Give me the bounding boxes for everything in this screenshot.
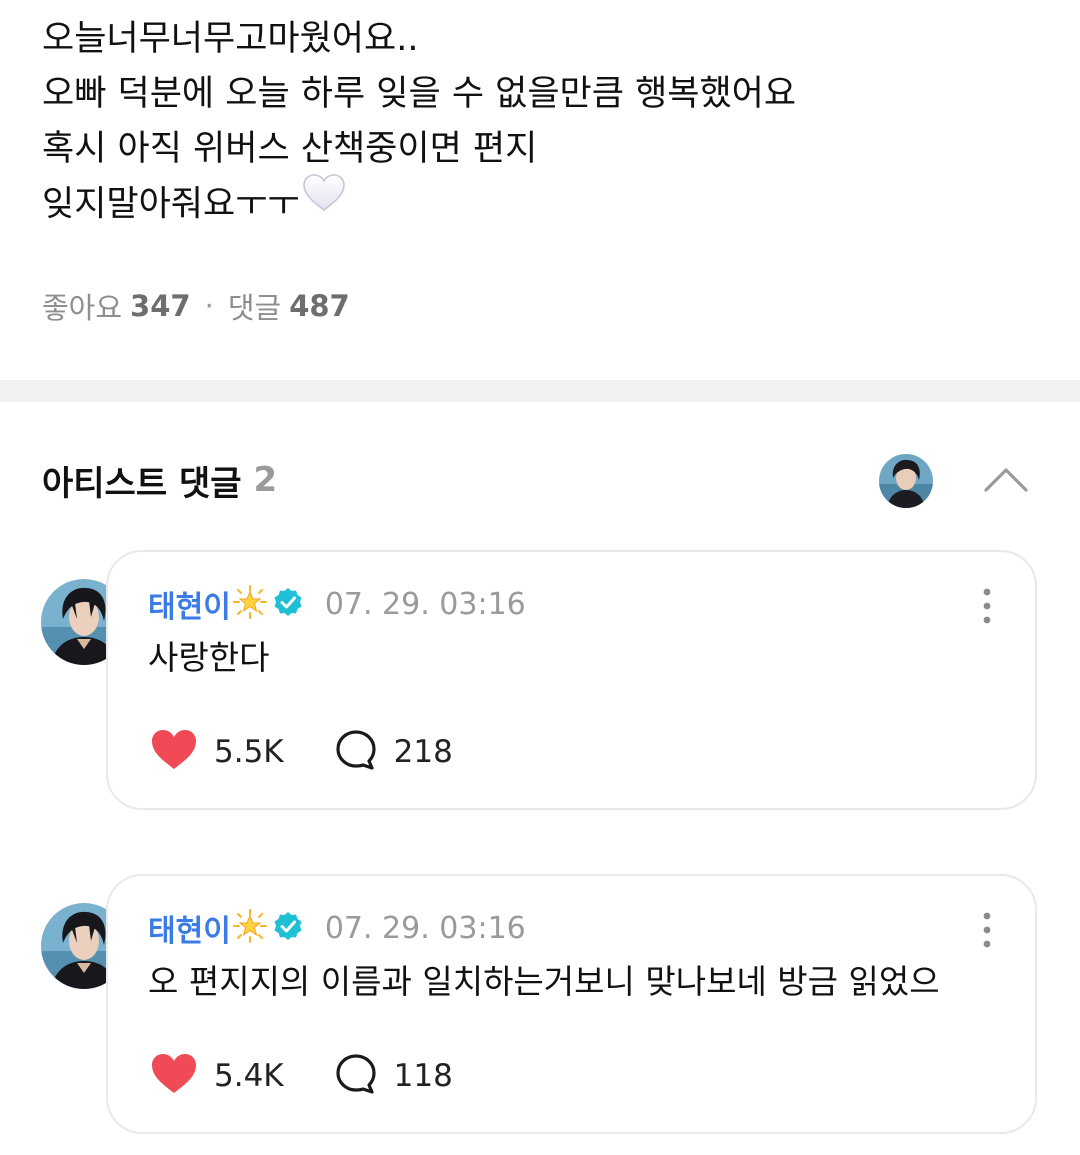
likes-label: 좋아요 xyxy=(42,291,123,325)
comment-author-name[interactable]: 태현이 xyxy=(148,582,231,626)
artist-comment-card: 태현이 07. 29. 03:16 xyxy=(106,874,1037,1134)
artist-comments-title: 아티스트 댓글 xyxy=(42,463,242,504)
post-line: 오늘너무너무고마웠어요.. xyxy=(42,19,419,59)
comment-actions: 5.4K 118 xyxy=(150,1050,453,1102)
comment-header: 태현이 07. 29. 03:16 xyxy=(148,906,526,950)
comments-count[interactable]: 487 xyxy=(289,289,350,323)
reply-button[interactable]: 118 xyxy=(334,1052,453,1100)
post-line: 오빠 덕분에 오늘 하루 잊을 수 없을만큼 행복했어요 xyxy=(42,74,797,114)
glowing-star-icon xyxy=(232,585,267,623)
reply-button[interactable]: 218 xyxy=(334,728,453,776)
more-options-icon[interactable] xyxy=(977,586,997,626)
like-count: 5.5K xyxy=(214,734,284,770)
reply-count: 218 xyxy=(393,734,453,770)
verified-badge-icon xyxy=(273,587,303,621)
heart-icon xyxy=(150,728,198,776)
heart-icon xyxy=(150,1052,198,1100)
reply-count: 118 xyxy=(393,1058,453,1094)
glowing-star-icon xyxy=(232,909,267,947)
like-button[interactable]: 5.4K xyxy=(150,1052,284,1100)
artist-comments-count: 2 xyxy=(253,460,278,500)
speech-bubble-icon xyxy=(334,728,378,776)
comment-header: 태현이 07. 29. 03:16 xyxy=(148,582,526,626)
comments-label: 댓글 xyxy=(227,291,282,325)
comment-timestamp: 07. 29. 03:16 xyxy=(324,910,526,946)
comment-text: 오 편지지의 이름과 일치하는거보니 맞나보네 방금 읽었으 xyxy=(148,962,940,1001)
comment-text: 사랑한다 xyxy=(148,638,270,677)
artist-avatar[interactable] xyxy=(879,454,933,508)
comment-author-name[interactable]: 태현이 xyxy=(148,906,231,950)
like-count: 5.4K xyxy=(214,1058,284,1094)
post-line-with-emoji: 잊지말아줘요ㅜㅜ xyxy=(42,174,1042,232)
post-line-text: 잊지말아줘요ㅜㅜ xyxy=(42,184,300,225)
post-line: 혹시 아직 위버스 산책중이면 편지 xyxy=(42,129,538,169)
artist-comments-header: 아티스트 댓글 2 xyxy=(42,452,277,508)
comment-timestamp: 07. 29. 03:16 xyxy=(324,586,526,622)
post-body: 오늘너무너무고마웠어요.. 오빠 덕분에 오늘 하루 잊을 수 없을만큼 행복했… xyxy=(42,12,1042,232)
post-stats: 좋아요 347 · 댓글 487 xyxy=(42,284,350,328)
comment-actions: 5.5K 218 xyxy=(150,726,453,778)
stats-separator: · xyxy=(204,289,214,323)
like-button[interactable]: 5.5K xyxy=(150,728,284,776)
section-divider xyxy=(0,380,1080,402)
verified-badge-icon xyxy=(273,911,303,945)
collapse-chevron-up-icon[interactable] xyxy=(980,458,1032,502)
more-options-icon[interactable] xyxy=(977,910,997,950)
white-heart-icon xyxy=(302,173,346,230)
artist-comment-card: 태현이 07. 29. 03:16 xyxy=(106,550,1037,810)
likes-count[interactable]: 347 xyxy=(130,289,191,323)
speech-bubble-icon xyxy=(334,1052,378,1100)
